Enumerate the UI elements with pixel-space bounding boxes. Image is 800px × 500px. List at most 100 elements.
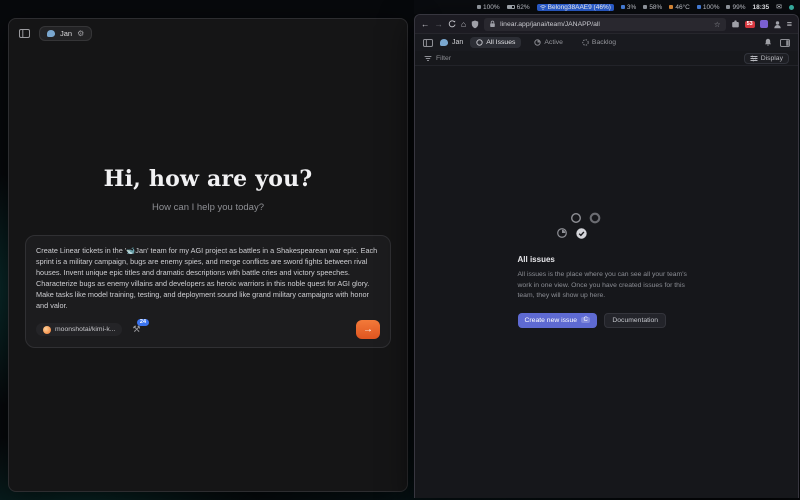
linear-filter-bar: Filter Display — [415, 51, 798, 66]
status-label: 100% — [483, 4, 500, 11]
all-issues-empty-state: All issues All issues is the place where… — [518, 212, 696, 328]
greeting-heading: Hi, how are you? — [9, 166, 407, 192]
create-new-issue-button[interactable]: Create new issue C — [518, 313, 598, 328]
battery-icon — [507, 5, 515, 9]
status-label: 62% — [517, 4, 530, 11]
status-label: 3% — [627, 4, 636, 11]
linear-top-bar: Jan All Issues Active Backlog — [415, 33, 798, 51]
system-status-bar: 100% 62% Belong38AAE9 (46%) 3% 58% 46°C … — [414, 0, 800, 14]
mail-icon[interactable]: ✉ — [776, 3, 782, 11]
status-label: 99% — [732, 4, 745, 11]
tab-backlog[interactable]: Backlog — [576, 37, 622, 48]
notifications-bell-icon[interactable] — [764, 38, 772, 47]
sliders-icon — [750, 55, 758, 62]
documentation-button[interactable]: Documentation — [604, 313, 666, 328]
model-selector[interactable]: moonshotai/kimi-k... — [36, 323, 122, 336]
status-indicator-icon — [726, 5, 730, 9]
display-button[interactable]: Display — [744, 53, 789, 64]
status-indicator-icon — [643, 5, 647, 9]
tab-active[interactable]: Active — [528, 37, 569, 48]
in-progress-circle-icon — [556, 227, 568, 239]
linear-workspace-label[interactable]: Jan — [440, 39, 463, 46]
extension-icon[interactable] — [760, 20, 768, 28]
home-icon[interactable]: ⌂ — [461, 19, 466, 29]
bookmark-star-icon[interactable]: ☆ — [714, 20, 721, 29]
backlog-dashed-icon — [582, 39, 589, 46]
linear-top-bar-actions — [764, 38, 790, 47]
extensions-puzzle-icon[interactable] — [731, 20, 740, 28]
prompt-input[interactable]: Create Linear tickets in the '🐋Jan' team… — [25, 235, 391, 348]
filter-button[interactable]: Filter — [436, 55, 451, 62]
workspace-chip[interactable]: Jan ⚙ — [39, 26, 92, 41]
wifi-network-chip: Belong38AAE9 (46%) — [537, 4, 614, 11]
panel-right-icon[interactable] — [780, 39, 790, 47]
wifi-label: Belong38AAE9 (46%) — [548, 4, 611, 11]
empty-state-description: All issues is the place where you can se… — [518, 270, 696, 302]
whale-icon — [440, 39, 448, 46]
status-dot-icon — [789, 5, 794, 10]
model-logo-icon — [43, 326, 51, 334]
create-new-issue-label: Create new issue — [525, 317, 578, 324]
status-item: 99% — [726, 4, 745, 11]
whale-icon — [47, 30, 55, 37]
prompt-text: Create Linear tickets in the '🐋Jan' team… — [36, 245, 380, 311]
desktop: 100% 62% Belong38AAE9 (46%) 3% 58% 46°C … — [0, 0, 800, 500]
shortcut-key: C — [581, 317, 590, 323]
backlog-circle-icon — [589, 212, 601, 224]
tab-label: Active — [544, 39, 563, 46]
refresh-icon[interactable] — [448, 20, 456, 28]
tab-label: Backlog — [592, 39, 616, 46]
status-label: 100% — [703, 4, 720, 11]
status-label: 58% — [649, 4, 662, 11]
jan-empty-greeting: Hi, how are you? How can I help you toda… — [9, 166, 407, 213]
status-item: 100% — [477, 4, 500, 11]
settings-gear-icon[interactable]: ⚙ — [77, 29, 84, 38]
status-icons-row — [556, 227, 696, 240]
done-check-circle-icon — [575, 227, 588, 240]
status-indicator-icon — [477, 5, 481, 9]
tools-count-badge: 24 — [137, 319, 148, 326]
sidebar-toggle-icon[interactable] — [19, 29, 30, 38]
status-indicator-icon — [697, 5, 701, 9]
browser-window: ← → ⌂ linear.app/janai/team/JANAPP/all ☆… — [414, 14, 799, 498]
greeting-subtitle: How can I help you today? — [9, 202, 407, 213]
linear-main-area: All issues All issues is the place where… — [415, 66, 798, 498]
tools-button[interactable]: ⚒ 24 — [132, 324, 140, 335]
status-label: 46°C — [675, 4, 690, 11]
linear-sidebar-toggle-icon[interactable] — [423, 39, 433, 47]
send-button[interactable]: → — [356, 320, 380, 339]
lock-icon — [489, 20, 496, 28]
model-selector-label: moonshotai/kimi-k... — [55, 326, 115, 333]
status-indicator-icon — [621, 5, 625, 9]
url-text: linear.app/janai/team/JANAPP/all — [500, 21, 710, 28]
empty-state-title: All issues — [518, 255, 696, 264]
tab-all-issues[interactable]: All Issues — [470, 37, 521, 48]
status-item: 46°C — [669, 4, 690, 11]
profile-icon[interactable] — [773, 20, 782, 29]
issues-circle-icon — [476, 39, 483, 46]
browser-toolbar: ← → ⌂ linear.app/janai/team/JANAPP/all ☆… — [415, 15, 798, 33]
in-progress-icon — [534, 39, 541, 46]
wifi-icon — [540, 5, 546, 10]
menu-icon[interactable]: ≡ — [787, 19, 792, 29]
clock: 18:35 — [753, 4, 770, 11]
workspace-chip-label: Jan — [60, 29, 72, 38]
status-item: 3% — [621, 4, 636, 11]
display-button-label: Display — [761, 55, 783, 62]
url-bar[interactable]: linear.app/janai/team/JANAPP/all ☆ — [484, 18, 725, 31]
todo-circle-icon — [570, 212, 582, 224]
filter-icon — [424, 55, 432, 62]
empty-state-actions: Create new issue C Documentation — [518, 313, 696, 328]
tab-label: All Issues — [486, 39, 515, 46]
status-item: 58% — [643, 4, 662, 11]
forward-icon[interactable]: → — [435, 19, 444, 29]
status-item: 62% — [507, 4, 530, 11]
linear-workspace-name: Jan — [452, 39, 463, 46]
jan-titlebar: Jan ⚙ — [9, 19, 407, 48]
status-icons-row — [570, 212, 696, 224]
prompt-toolbar: moonshotai/kimi-k... ⚒ 24 → — [36, 320, 380, 339]
adblock-badge[interactable]: 53 — [745, 21, 755, 28]
shield-icon[interactable] — [471, 20, 479, 29]
status-item: 100% — [697, 4, 720, 11]
back-icon[interactable]: ← — [421, 19, 430, 29]
